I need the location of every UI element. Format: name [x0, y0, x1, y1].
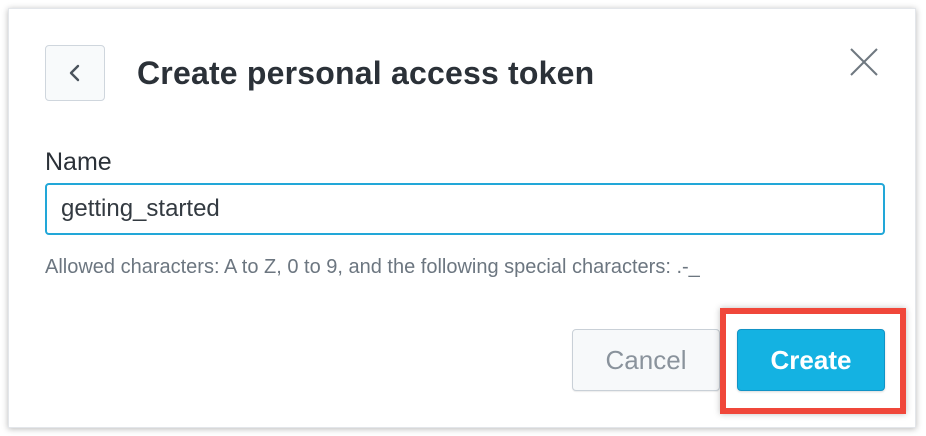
screen: Create personal access token Name Allowe… — [0, 0, 926, 436]
allowed-characters-hint: Allowed characters: A to Z, 0 to 9, and … — [45, 256, 700, 278]
name-input[interactable] — [45, 183, 885, 235]
create-token-dialog: Create personal access token Name Allowe… — [8, 8, 916, 428]
close-button[interactable] — [847, 45, 881, 79]
dialog-title: Create personal access token — [137, 55, 595, 91]
name-label: Name — [45, 148, 112, 176]
back-button[interactable] — [45, 45, 105, 101]
cancel-button[interactable]: Cancel — [572, 329, 720, 391]
chevron-left-icon — [69, 64, 80, 82]
close-icon — [850, 48, 878, 76]
create-button[interactable]: Create — [737, 329, 885, 391]
